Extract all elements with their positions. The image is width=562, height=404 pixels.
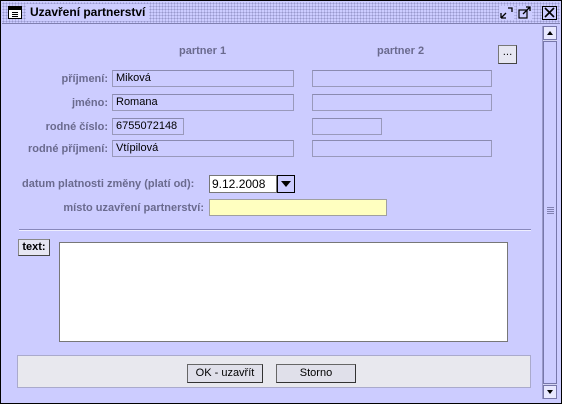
separator xyxy=(19,229,531,231)
ok-close-button[interactable]: OK - uzavřít xyxy=(187,364,263,383)
minimize-icon[interactable] xyxy=(499,6,514,20)
partner1-maiden-name-field[interactable]: Vtípilová xyxy=(112,140,294,157)
partner1-header: partner 1 xyxy=(179,45,227,57)
text-area[interactable] xyxy=(59,242,508,342)
place-label: místo uzavření partnerství: xyxy=(63,202,204,214)
title-bar[interactable]: Uzavření partnerství xyxy=(2,2,560,24)
window-icon xyxy=(8,6,22,19)
close-icon[interactable] xyxy=(542,6,557,20)
partner2-birth-number-field[interactable] xyxy=(312,118,382,135)
maximize-icon[interactable] xyxy=(517,6,532,20)
partner2-surname-field[interactable] xyxy=(312,70,492,87)
scroll-down-arrow-icon[interactable] xyxy=(543,385,557,399)
footer-bar: OK - uzavřít Storno xyxy=(17,355,531,388)
window-title: Uzavření partnerství xyxy=(26,4,150,21)
validity-date-label: datum platnosti změny (platí od): xyxy=(22,178,195,190)
grip-icon xyxy=(547,207,554,208)
surname-label: příjmení: xyxy=(61,73,108,85)
firstname-label: jméno: xyxy=(71,97,108,109)
more-button[interactable]: ... xyxy=(498,45,517,64)
partner1-firstname-field[interactable]: Romana xyxy=(112,94,294,111)
maiden-name-label: rodné příjmení: xyxy=(27,143,108,155)
cancel-button[interactable]: Storno xyxy=(276,364,356,383)
scroll-thumb[interactable] xyxy=(543,41,557,384)
text-button[interactable]: text: xyxy=(18,239,50,256)
place-field[interactable] xyxy=(209,199,387,216)
partner2-header: partner 2 xyxy=(377,45,425,57)
dialog-window: Uzavření partnerství partner 1 partner 2… xyxy=(0,0,562,404)
partner2-maiden-name-field[interactable] xyxy=(312,140,492,157)
birth-number-label: rodné číslo: xyxy=(45,121,108,133)
dropdown-arrow-icon[interactable] xyxy=(277,175,295,193)
vertical-scrollbar[interactable] xyxy=(542,26,557,399)
scroll-up-arrow-icon[interactable] xyxy=(543,26,557,40)
partner1-surname-field[interactable]: Miková xyxy=(112,70,294,87)
partner2-firstname-field[interactable] xyxy=(312,94,492,111)
validity-date-field[interactable]: 9.12.2008 xyxy=(209,175,277,193)
partner1-birth-number-field[interactable]: 6755072148 xyxy=(112,118,184,135)
